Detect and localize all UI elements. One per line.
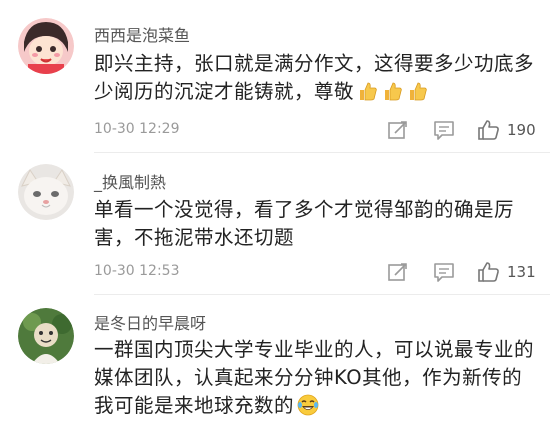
comment-text: 一群国内顶尖大学专业毕业的人，可以说最专业的媒体团队，认真起来分分钟KO其他，作… bbox=[94, 336, 540, 424]
thumbs-up-emoji bbox=[382, 80, 404, 110]
avatar[interactable] bbox=[18, 164, 74, 220]
username[interactable]: _换風制熱 bbox=[94, 169, 166, 193]
like-count: 190 bbox=[507, 121, 536, 139]
share-edit-icon[interactable] bbox=[386, 119, 410, 141]
username[interactable]: 是冬日的早晨呀 bbox=[94, 310, 206, 334]
timestamp: 10-30 12:29 bbox=[94, 121, 180, 137]
comment-text-body: 即兴主持，张口就是满分作文，这得要多少功底多少阅历的沉淀才能铸就，尊敬 bbox=[94, 52, 535, 103]
comment-bubble-icon[interactable] bbox=[432, 261, 456, 283]
username[interactable]: 西西是泡菜鱼 bbox=[94, 22, 190, 46]
thumbs-up-emoji bbox=[357, 80, 379, 110]
comment-text: 即兴主持，张口就是满分作文，这得要多少功底多少阅历的沉淀才能铸就，尊敬 bbox=[94, 50, 540, 110]
thumbs-up-icon[interactable] bbox=[477, 119, 501, 141]
divider bbox=[94, 152, 550, 153]
thumbs-up-icon[interactable] bbox=[477, 261, 501, 283]
comment-text: 单看一个没觉得，看了多个才觉得邹韵的确是厉害，不拖泥带水还切题 bbox=[94, 198, 515, 249]
share-edit-icon[interactable] bbox=[386, 261, 410, 283]
comment-bubble-icon[interactable] bbox=[432, 119, 456, 141]
comment-meta: 10-30 12:53 131 bbox=[94, 261, 540, 283]
thumbs-up-emoji bbox=[407, 80, 429, 110]
divider bbox=[94, 294, 550, 295]
comment-meta: 10-30 12:29 190 bbox=[94, 119, 540, 141]
timestamp: 10-30 12:53 bbox=[94, 263, 180, 279]
like-count: 131 bbox=[507, 263, 536, 281]
avatar[interactable] bbox=[18, 18, 74, 74]
laughing-tears-emoji bbox=[297, 394, 319, 424]
avatar[interactable] bbox=[18, 308, 74, 364]
